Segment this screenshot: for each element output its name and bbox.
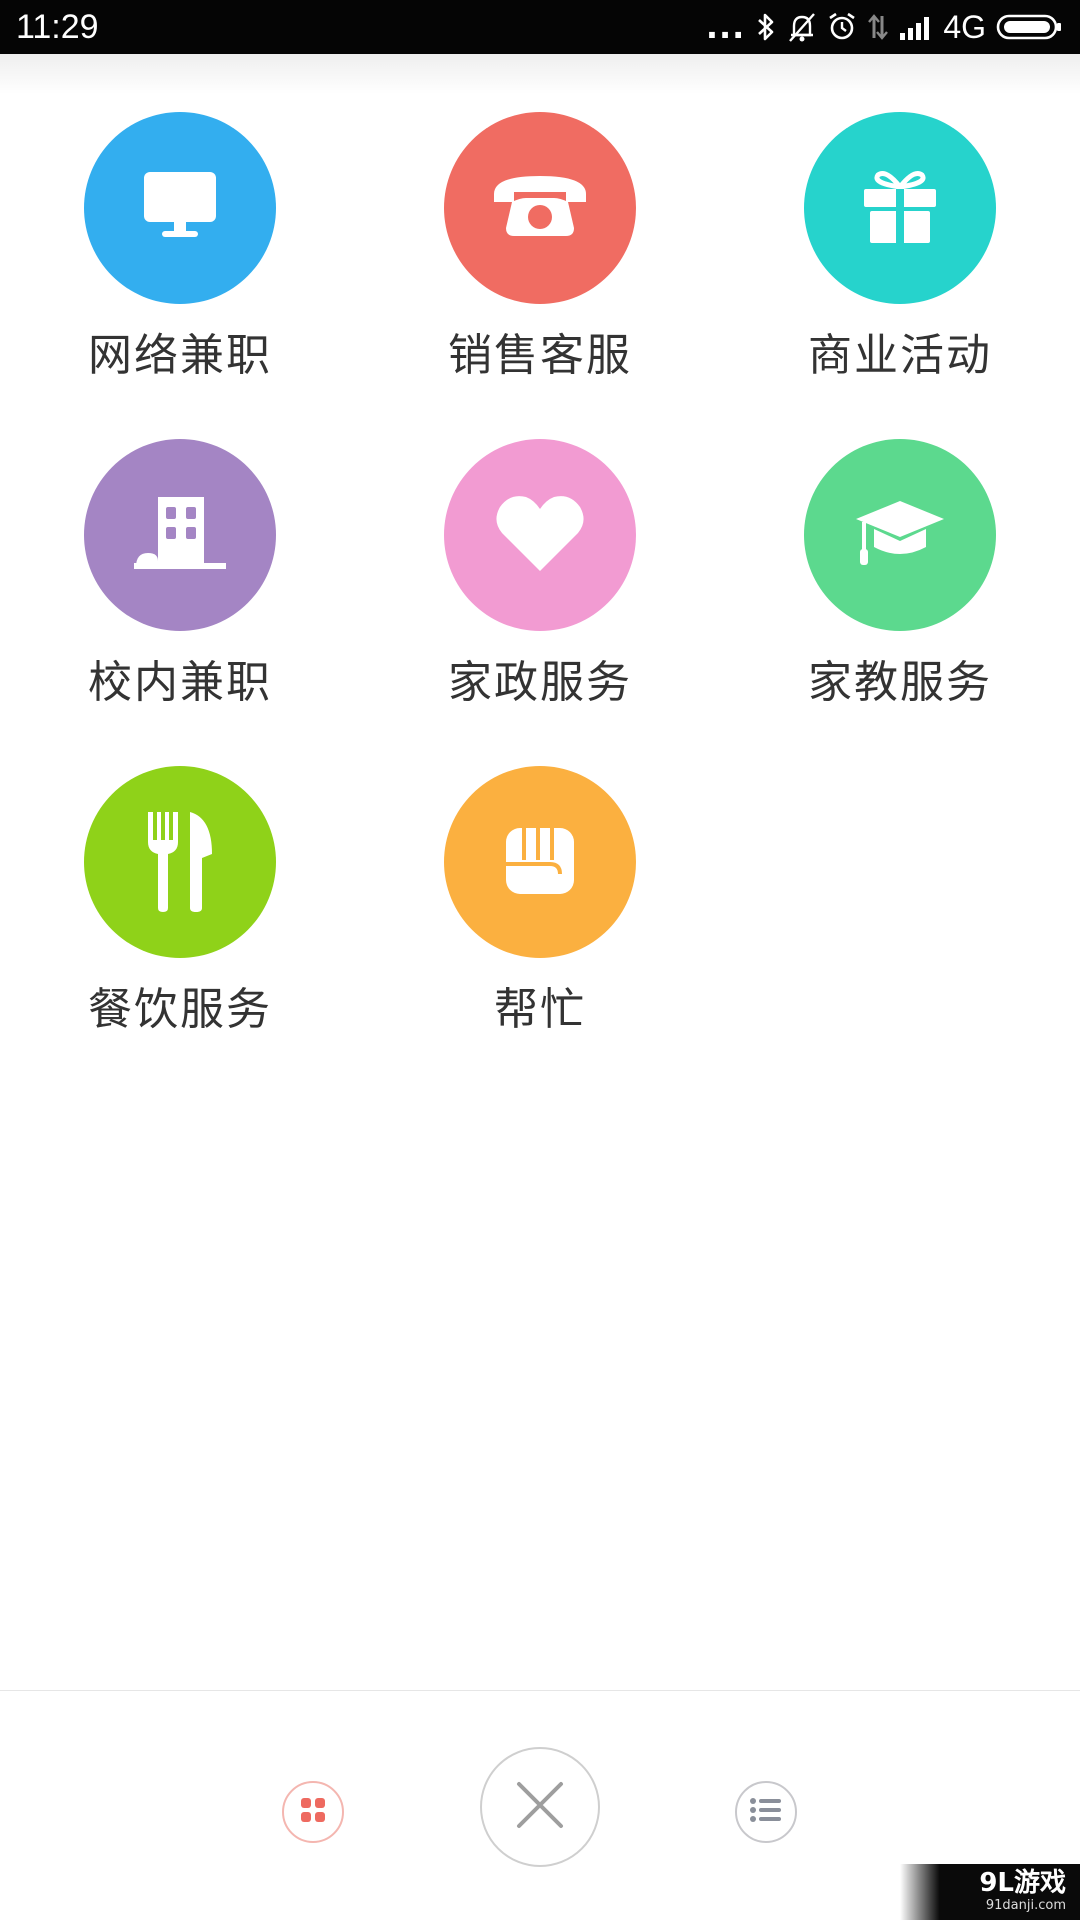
category-circle <box>444 439 636 631</box>
heart-icon <box>492 491 588 579</box>
gift-icon <box>858 161 942 255</box>
watermark-logo-text: 9L游戏 <box>979 1868 1066 1898</box>
category-campus-parttime[interactable]: 校内兼职 <box>30 439 330 739</box>
grid-icon <box>298 1795 328 1829</box>
fork-knife-icon <box>138 808 222 916</box>
category-circle <box>444 112 636 304</box>
category-label: 家政服务 <box>448 657 632 708</box>
grid-view-button[interactable] <box>282 1781 344 1843</box>
category-label: 帮忙 <box>494 984 586 1035</box>
category-circle <box>804 439 996 631</box>
category-label: 商业活动 <box>808 330 992 381</box>
category-catering[interactable]: 餐饮服务 <box>30 766 330 1066</box>
category-circle <box>444 766 636 958</box>
category-business-event[interactable]: 商业活动 <box>750 112 1050 412</box>
close-button[interactable] <box>480 1747 600 1867</box>
list-icon <box>749 1796 783 1828</box>
category-label: 销售客服 <box>448 330 632 381</box>
close-icon <box>515 1780 565 1834</box>
category-circle <box>84 766 276 958</box>
category-circle <box>84 439 276 631</box>
watermark: 9L游戏 91danji.com <box>900 1864 1080 1920</box>
category-circle <box>804 112 996 304</box>
telephone-icon <box>490 164 590 252</box>
category-sales-service[interactable]: 销售客服 <box>390 112 690 412</box>
category-online-parttime[interactable]: 网络兼职 <box>30 112 330 412</box>
category-tutoring[interactable]: 家教服务 <box>750 439 1050 739</box>
category-help[interactable]: 帮忙 <box>390 766 690 1066</box>
category-circle <box>84 112 276 304</box>
category-label: 餐饮服务 <box>88 984 272 1035</box>
category-label: 校内兼职 <box>88 657 272 708</box>
list-view-button[interactable] <box>735 1781 797 1843</box>
category-label: 网络兼职 <box>88 330 272 381</box>
computer-monitor-icon <box>138 164 222 252</box>
category-housekeeping[interactable]: 家政服务 <box>390 439 690 739</box>
watermark-url: 91danji.com <box>985 1898 1066 1913</box>
category-grid: 网络兼职 销售客服 商业活动 校内兼职 家政服务 家教服务 餐饮服务 帮忙 <box>0 0 1080 1100</box>
graduation-cap-icon <box>852 491 948 579</box>
category-label: 家教服务 <box>808 657 992 708</box>
building-icon <box>130 491 230 579</box>
fist-icon <box>498 818 582 906</box>
